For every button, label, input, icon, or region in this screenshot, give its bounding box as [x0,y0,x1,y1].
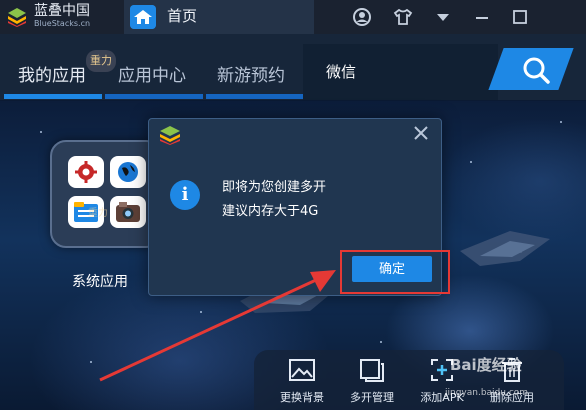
change-wallpaper-button[interactable]: 更换背景 [267,358,337,406]
camera-icon [110,196,146,228]
home-tab-label: 首页 [167,7,198,25]
spaceship-graphic [460,231,550,266]
faint-badge: 重力 [88,208,108,219]
maximize-icon[interactable] [508,5,532,29]
tab-wechat-label: 微信 [326,63,357,81]
browser-globe-icon [110,156,146,188]
tab-app-center[interactable]: 应用中心 [118,66,186,86]
info-icon: i [170,180,200,210]
dialog-message-line1: 即将为您创建多开 [222,180,327,195]
wallpaper-icon [289,359,315,381]
system-apps-folder[interactable] [50,140,162,248]
watermark-logo: Bai度经验 [450,356,522,374]
settings-icon [68,156,104,188]
close-icon[interactable] [410,124,432,146]
watermark-url: jingyan.baidu.com [445,388,529,398]
multi-instance-icon [360,359,384,382]
tshirt-icon[interactable] [391,5,415,29]
tooltip-badge: 重力 [86,50,116,72]
ok-button[interactable]: 确定 [352,256,432,282]
brand-name: 蓝叠中国 [34,3,90,19]
tab-indicator [105,94,203,99]
system-apps-label: 系统应用 [72,274,128,290]
toolbar-label: 多开管理 [350,391,394,404]
dropdown-icon[interactable] [431,5,455,29]
brand-subtitle: BlueStacks.cn [34,19,91,28]
home-icon [130,5,156,29]
active-tab-indicator [4,94,102,99]
tab-game-reservation[interactable]: 新游预约 [217,66,285,86]
search-icon [523,57,550,84]
multi-instance-button[interactable]: 多开管理 [337,358,407,406]
minimize-icon[interactable] [470,5,494,29]
dialog-message-line2: 建议内存大于4G [222,204,319,219]
bluestacks-logo [160,126,180,145]
tab-my-apps[interactable]: 我的应用 [18,66,86,86]
toolbar-label: 更换背景 [280,391,324,404]
bluestacks-logo [8,8,26,27]
user-icon[interactable] [350,5,374,29]
